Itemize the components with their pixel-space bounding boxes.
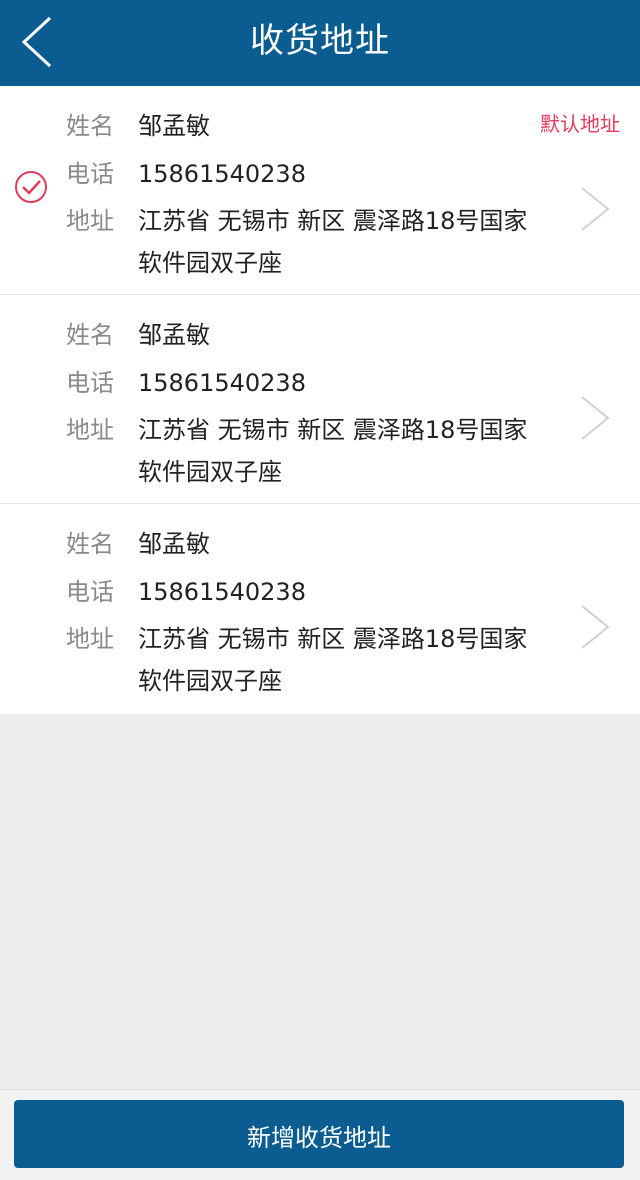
default-address-badge: 默认地址	[540, 112, 620, 136]
top-app-bar: 收货地址	[0, 0, 640, 86]
phone-row: 电话 15861540238	[66, 367, 306, 399]
phone-value: 15861540238	[138, 369, 306, 397]
bottom-bar: 新增收货地址	[0, 1089, 640, 1180]
phone-label: 电话	[66, 160, 114, 188]
name-label: 姓名	[66, 112, 114, 140]
phone-row: 电话 15861540238	[66, 158, 306, 190]
name-label: 姓名	[66, 321, 114, 349]
address-row: 地址 江苏省 无锡市 新区 震泽路18号国家	[66, 205, 527, 237]
page-title: 收货地址	[250, 21, 390, 61]
phone-value: 15861540238	[138, 578, 306, 606]
address-value-line2: 软件园双子座	[138, 667, 282, 695]
phone-value: 15861540238	[138, 160, 306, 188]
address-value-line2: 软件园双子座	[138, 249, 282, 277]
name-value: 邹孟敏	[138, 112, 210, 140]
address-card[interactable]: 姓名 邹孟敏 电话 15861540238 地址 江苏省 无锡市 新区 震泽路18号国…	[0, 295, 640, 504]
name-value: 邹孟敏	[138, 321, 210, 349]
address-card[interactable]: 默认地址 姓名 邹孟敏 电话 15861540238 地址 江苏省 无锡市 新区 震泽…	[0, 86, 640, 295]
address-value: 江苏省 无锡市 新区 震泽路18号国家	[138, 416, 528, 444]
add-address-button[interactable]: 新增收货地址	[14, 1100, 624, 1168]
chevron-right-icon	[581, 396, 610, 440]
address-row: 地址 江苏省 无锡市 新区 震泽路18号国家	[66, 414, 527, 446]
address-value-line2: 软件园双子座	[138, 458, 282, 486]
name-label: 姓名	[66, 530, 114, 558]
address-label: 地址	[66, 625, 114, 653]
phone-label: 电话	[66, 578, 114, 606]
check-circle-icon[interactable]	[14, 170, 48, 204]
name-row: 姓名 邹孟敏	[66, 319, 210, 351]
name-row: 姓名 邹孟敏	[66, 528, 210, 560]
address-value: 江苏省 无锡市 新区 震泽路18号国家	[138, 207, 528, 235]
address-label: 地址	[66, 416, 114, 444]
chevron-right-icon	[581, 187, 610, 231]
address-list: 默认地址 姓名 邹孟敏 电话 15861540238 地址 江苏省 无锡市 新区 震泽…	[0, 86, 640, 714]
address-row: 地址 江苏省 无锡市 新区 震泽路18号国家	[66, 623, 527, 655]
address-value: 江苏省 无锡市 新区 震泽路18号国家	[138, 625, 528, 653]
name-value: 邹孟敏	[138, 530, 210, 558]
name-row: 姓名 邹孟敏	[66, 110, 210, 142]
chevron-right-icon	[581, 605, 610, 649]
phone-label: 电话	[66, 369, 114, 397]
address-label: 地址	[66, 207, 114, 235]
address-card[interactable]: 姓名 邹孟敏 电话 15861540238 地址 江苏省 无锡市 新区 震泽路18号国…	[0, 504, 640, 714]
phone-row: 电话 15861540238	[66, 576, 306, 608]
